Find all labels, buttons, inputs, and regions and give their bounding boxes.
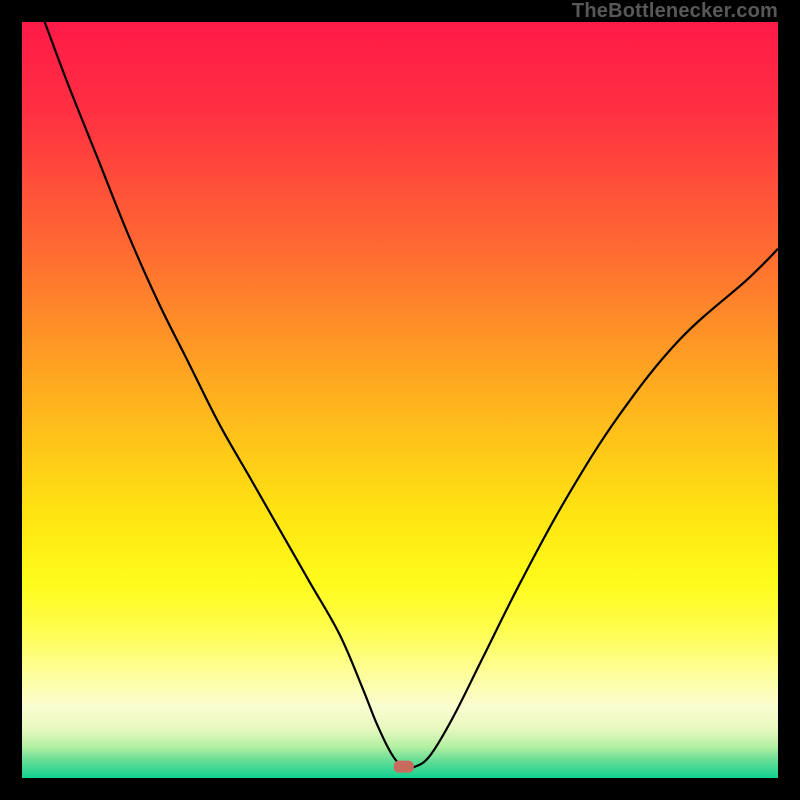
- chart-frame: TheBottlenecker.com: [0, 0, 800, 800]
- minimum-marker: [394, 761, 414, 773]
- attribution-text: TheBottlenecker.com: [572, 0, 778, 23]
- curve-layer: [22, 22, 778, 778]
- bottleneck-curve: [45, 22, 778, 768]
- plot-area: [22, 22, 778, 778]
